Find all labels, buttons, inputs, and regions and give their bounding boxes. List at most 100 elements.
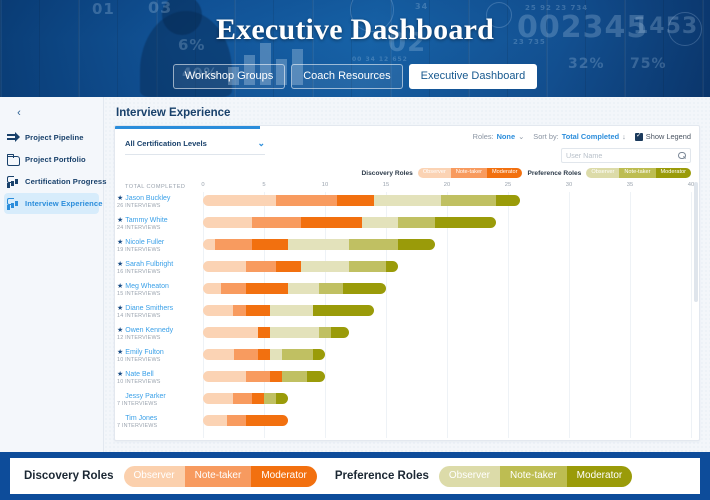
bar-segment[interactable] — [257, 349, 271, 360]
chart-row[interactable]: ★ Diane Smithers 14 INTERVIEWS — [117, 302, 691, 324]
chart-row[interactable]: ★Tim Jones7 INTERVIEWS — [117, 412, 691, 434]
bar-segment[interactable] — [276, 195, 338, 206]
row-user-name[interactable]: ★ Diane Smithers — [117, 304, 201, 312]
row-user-name[interactable]: ★ Jason Buckley — [117, 194, 201, 202]
bar-segment[interactable] — [245, 261, 277, 272]
stacked-bar[interactable] — [203, 393, 289, 404]
bar-segment[interactable] — [373, 195, 441, 206]
bar-segment[interactable] — [440, 195, 496, 206]
bar-segment[interactable] — [263, 393, 277, 404]
chart-row[interactable]: ★ Jason Buckley 26 INTERVIEWS — [117, 192, 691, 214]
star-icon[interactable]: ★ — [117, 371, 123, 378]
bar-segment[interactable] — [233, 305, 246, 316]
legend-chip-discovery-moderator[interactable]: Moderator — [486, 168, 523, 179]
stacked-bar[interactable] — [203, 261, 399, 272]
bar-segment[interactable] — [227, 415, 246, 426]
star-icon[interactable]: ★ — [117, 305, 123, 312]
bar-segment[interactable] — [221, 283, 246, 294]
bar-segment[interactable] — [398, 217, 435, 228]
bar-segment[interactable] — [312, 349, 325, 360]
row-user-name[interactable]: ★ Meg Wheaton — [117, 282, 201, 290]
chart-row[interactable]: ★ Meg Wheaton 15 INTERVIEWS — [117, 280, 691, 302]
footer-chip-discovery-observer[interactable]: Observer — [123, 465, 185, 487]
bar-segment[interactable] — [288, 239, 350, 250]
bar-segment[interactable] — [203, 261, 246, 272]
sidebar-item-interview-experience[interactable]: Interview Experience — [4, 193, 102, 214]
bar-segment[interactable] — [300, 261, 350, 272]
bar-segment[interactable] — [245, 305, 271, 316]
user-search-box[interactable] — [561, 148, 691, 163]
bar-segment[interactable] — [349, 261, 386, 272]
row-user-name[interactable]: ★ Nate Bell — [117, 370, 201, 378]
bar-segment[interactable] — [495, 195, 521, 206]
row-user-name[interactable]: ★ Sarah Fulbright — [117, 260, 201, 268]
star-icon[interactable]: ★ — [117, 327, 123, 334]
bar-segment[interactable] — [276, 261, 301, 272]
scrollbar-thumb[interactable] — [694, 182, 698, 302]
bar-segment[interactable] — [282, 371, 307, 382]
bar-segment[interactable] — [306, 371, 325, 382]
bar-segment[interactable] — [270, 349, 283, 360]
sidebar-item-project-pipeline[interactable]: Project Pipeline — [4, 127, 99, 148]
bar-segment[interactable] — [251, 217, 301, 228]
bar-segment[interactable] — [361, 217, 399, 228]
sidebar-item-certification-progress[interactable]: Certification Progress — [4, 171, 106, 192]
bar-segment[interactable] — [203, 393, 234, 404]
chart-row[interactable]: ★ Nicole Fuller 19 INTERVIEWS — [117, 236, 691, 258]
roles-filter[interactable]: Roles: None ⌄ — [473, 132, 525, 141]
chart-row[interactable]: ★ Owen Kennedy 12 INTERVIEWS — [117, 324, 691, 346]
stacked-bar[interactable] — [203, 415, 289, 426]
bar-segment[interactable] — [288, 283, 319, 294]
chart-row[interactable]: ★ Nate Bell 10 INTERVIEWS — [117, 368, 691, 390]
bar-segment[interactable] — [215, 239, 252, 250]
bar-segment[interactable] — [337, 195, 374, 206]
chart-row[interactable]: ★Jessy Parker7 INTERVIEWS — [117, 390, 691, 412]
bar-segment[interactable] — [282, 349, 313, 360]
chart-scrollbar[interactable] — [694, 182, 698, 432]
bar-segment[interactable] — [270, 327, 319, 338]
footer-chip-preference-moderator[interactable]: Moderator — [566, 465, 633, 487]
bar-segment[interactable] — [343, 283, 386, 294]
footer-chip-discovery-moderator[interactable]: Moderator — [251, 465, 317, 487]
bar-segment[interactable] — [270, 305, 313, 316]
stacked-bar[interactable] — [203, 349, 325, 360]
footer-chip-preference-observer[interactable]: Observer — [438, 465, 500, 487]
bar-segment[interactable] — [398, 239, 435, 250]
star-icon[interactable]: ★ — [117, 217, 123, 224]
row-user-name[interactable]: ★ Nicole Fuller — [117, 238, 201, 246]
star-icon[interactable]: ★ — [117, 261, 123, 268]
sort-by-control[interactable]: Sort by: Total Completed ↓ — [533, 132, 626, 141]
bar-segment[interactable] — [203, 305, 234, 316]
bar-segment[interactable] — [349, 239, 399, 250]
chart-row[interactable]: ★ Sarah Fulbright 16 INTERVIEWS — [117, 258, 691, 280]
bar-segment[interactable] — [203, 327, 258, 338]
chart-row[interactable]: ★ Tammy White 24 INTERVIEWS — [117, 214, 691, 236]
bar-segment[interactable] — [276, 393, 289, 404]
star-icon[interactable]: ★ — [117, 349, 123, 356]
search-input[interactable] — [566, 151, 678, 160]
stacked-bar[interactable] — [203, 371, 325, 382]
stacked-bar[interactable] — [203, 283, 386, 294]
tab-workshop-groups[interactable]: Workshop Groups — [172, 64, 286, 89]
legend-chip-preference-note-taker[interactable]: Note-taker — [619, 168, 656, 179]
tab-coach-resources[interactable]: Coach Resources — [291, 64, 403, 89]
stacked-bar[interactable] — [203, 195, 521, 206]
star-icon[interactable]: ★ — [117, 195, 123, 202]
row-user-name[interactable]: ★Jessy Parker — [117, 392, 201, 400]
row-user-name[interactable]: ★ Tammy White — [117, 216, 201, 224]
bar-segment[interactable] — [203, 415, 228, 426]
sidebar-item-project-portfolio[interactable]: Project Portfolio — [4, 149, 99, 170]
bar-segment[interactable] — [318, 283, 344, 294]
tab-executive-dashboard[interactable]: Executive Dashboard — [408, 64, 538, 89]
certification-level-select[interactable]: All Certification Levels ⌄ — [125, 134, 265, 153]
row-user-name[interactable]: ★ Owen Kennedy — [117, 326, 201, 334]
star-icon[interactable]: ★ — [117, 239, 123, 246]
bar-segment[interactable] — [245, 283, 289, 294]
footer-chip-preference-note-taker[interactable]: Note-taker — [499, 465, 567, 487]
bar-segment[interactable] — [257, 327, 271, 338]
bar-segment[interactable] — [331, 327, 350, 338]
chart-row[interactable]: ★ Emily Fulton 10 INTERVIEWS — [117, 346, 691, 368]
bar-segment[interactable] — [251, 239, 289, 250]
bar-segment[interactable] — [318, 327, 332, 338]
footer-chip-discovery-note-taker[interactable]: Note-taker — [184, 465, 252, 487]
